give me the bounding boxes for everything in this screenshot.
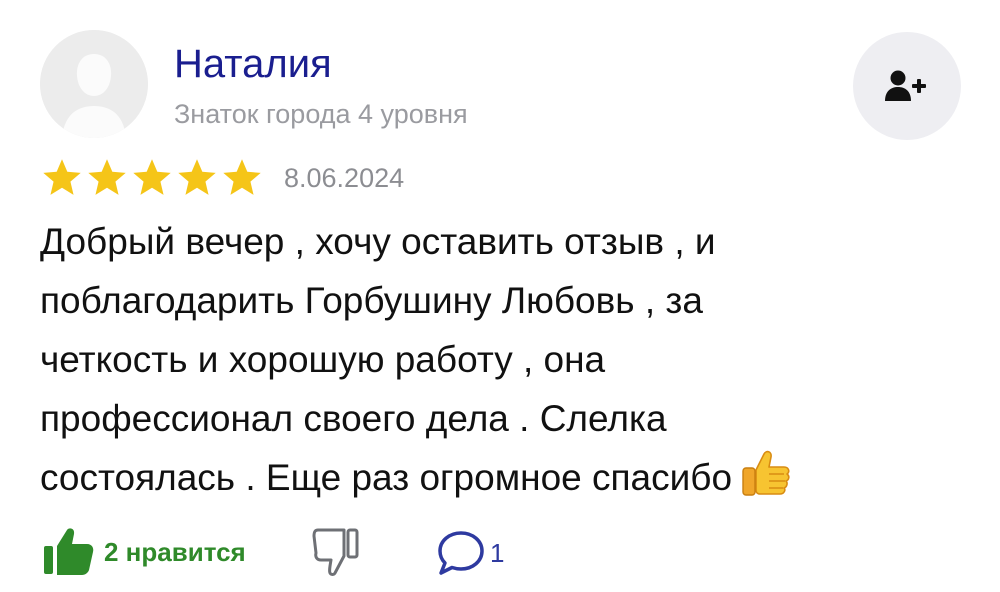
rating-stars <box>40 153 265 203</box>
star-icon <box>178 159 216 195</box>
review-text: Добрый вечер , хочу оставить отзыв , и п… <box>40 212 940 515</box>
review-text-line: профессионал своего дела . Слелка <box>40 398 667 439</box>
thumbs-up-emoji-icon <box>742 450 790 496</box>
review-date: 8.06.2024 <box>284 163 405 193</box>
like-button[interactable]: 2 нравится <box>40 520 246 584</box>
review-text-line: поблагодарить Горбушину Любовь , за <box>40 280 703 321</box>
avatar[interactable] <box>40 30 148 138</box>
star-icon <box>88 159 126 195</box>
review-text-last: состоялась . Еще раз огромное спасибо <box>40 457 733 498</box>
star-icon <box>223 159 261 195</box>
comment-count: 1 <box>490 538 505 568</box>
thumbs-up-icon <box>44 528 94 575</box>
add-user-icon <box>885 70 926 101</box>
comment-button[interactable]: 1 <box>436 528 504 576</box>
dislike-button[interactable] <box>310 526 362 583</box>
review-text-line: Добрый вечер , хочу оставить отзыв , и <box>40 221 716 262</box>
like-count: 2 нравится <box>104 536 246 567</box>
author-level: Знаток города 4 уровня <box>174 99 468 129</box>
review-text-line: четкость и хорошую работу , она <box>40 339 606 380</box>
user-silhouette-icon <box>40 30 148 138</box>
review-text-line: состоялась . Еще раз огромное спасибо <box>40 448 940 515</box>
subscribe-button[interactable] <box>853 32 961 140</box>
thumbs-up-emoji <box>740 448 792 515</box>
comment-bubble-icon <box>438 531 484 575</box>
author-name[interactable]: Наталия <box>174 40 332 88</box>
thumbs-down-icon <box>312 528 359 576</box>
star-icon <box>43 159 81 195</box>
star-icon <box>133 159 171 195</box>
